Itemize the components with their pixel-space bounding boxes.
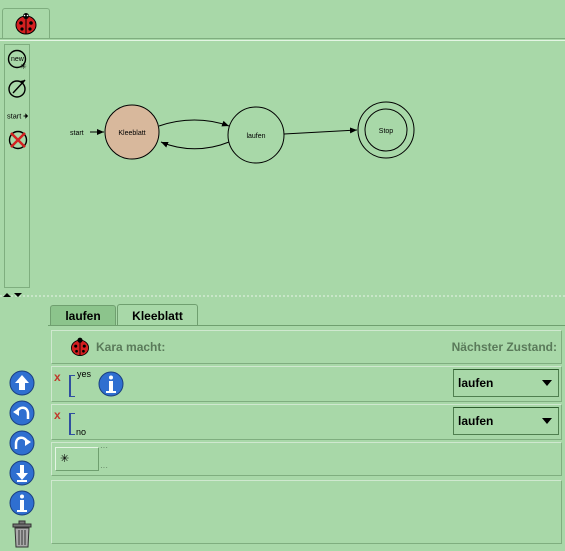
ladybug-icon (15, 12, 37, 34)
new-state-button[interactable]: new ✳ (7, 49, 29, 71)
undo-button[interactable] (9, 400, 35, 426)
chevron-down-icon (542, 380, 552, 386)
transition-row: x no laufen (51, 404, 562, 440)
next-state-value: laufen (458, 414, 494, 428)
info-button[interactable] (9, 490, 35, 516)
tab-kleeblatt[interactable]: Kleeblatt (117, 304, 198, 326)
state-kleeblatt-label: Kleeblatt (118, 130, 145, 137)
transition-header: Kara macht: Nächster Zustand: (51, 330, 562, 364)
dots-decoration: ··· (100, 443, 108, 452)
next-state-dropdown[interactable]: laufen (453, 407, 559, 435)
state-kleeblatt[interactable]: Kleeblatt (104, 104, 160, 160)
start-label: start (70, 130, 84, 137)
redo-button[interactable] (9, 430, 35, 456)
set-start-button[interactable]: start (7, 105, 29, 127)
ladybug-icon (71, 337, 89, 357)
trash-icon[interactable] (9, 520, 35, 548)
svg-text:start: start (7, 112, 21, 121)
tab-laufen[interactable]: laufen (50, 305, 116, 325)
state-laufen[interactable]: laufen (227, 106, 285, 164)
transition-row: x yes laufen (51, 366, 562, 402)
next-state-header: Nächster Zustand: (451, 340, 557, 354)
wildcard-sensor-slot[interactable]: ✳ (55, 447, 99, 471)
state-stop[interactable]: Stop (357, 101, 415, 159)
state-diagram: start Kleeblatt laufen Stop (70, 101, 415, 164)
new-transition-row[interactable]: ✳ ··· ··· (51, 442, 562, 476)
wildcard-icon: ✳ (60, 453, 70, 465)
edit-transition-button[interactable] (7, 77, 29, 99)
svg-text:✳: ✳ (20, 62, 27, 71)
splitter[interactable] (0, 291, 565, 299)
chevron-down-icon (542, 418, 552, 424)
sensor-bracket (69, 413, 75, 435)
state-laufen-label: laufen (246, 133, 265, 140)
command-area[interactable] (51, 480, 562, 544)
delete-state-button[interactable] (7, 129, 29, 151)
sensor-bracket (69, 375, 75, 397)
move-up-button[interactable] (9, 370, 35, 396)
delete-icon (8, 130, 28, 150)
transition-laufen-to-kleeblatt[interactable] (160, 141, 230, 150)
transition-laufen-to-stop[interactable] (283, 127, 358, 135)
next-state-dropdown[interactable]: laufen (453, 369, 559, 397)
state-stop-label: Stop (379, 128, 394, 135)
info-icon[interactable] (98, 371, 124, 397)
delete-row-icon[interactable]: x (54, 408, 61, 422)
kara-action-header: Kara macht: (96, 340, 166, 354)
dots-decoration: ··· (100, 463, 108, 472)
edit-transition-icon (8, 79, 26, 98)
insert-row-button[interactable] (9, 460, 35, 486)
new-state-icon: new ✳ (7, 49, 27, 71)
next-state-value: laufen (458, 376, 494, 390)
sensor-value: no (76, 427, 87, 437)
collapse-arrows-icon[interactable] (2, 291, 24, 299)
sensor-value: yes (77, 369, 92, 379)
world-tab[interactable] (2, 8, 50, 38)
state-toolbar: new ✳ start (4, 44, 30, 288)
delete-row-icon[interactable]: x (54, 370, 61, 384)
transition-kleeblatt-to-laufen[interactable] (158, 119, 230, 127)
set-start-icon: start (7, 112, 29, 121)
